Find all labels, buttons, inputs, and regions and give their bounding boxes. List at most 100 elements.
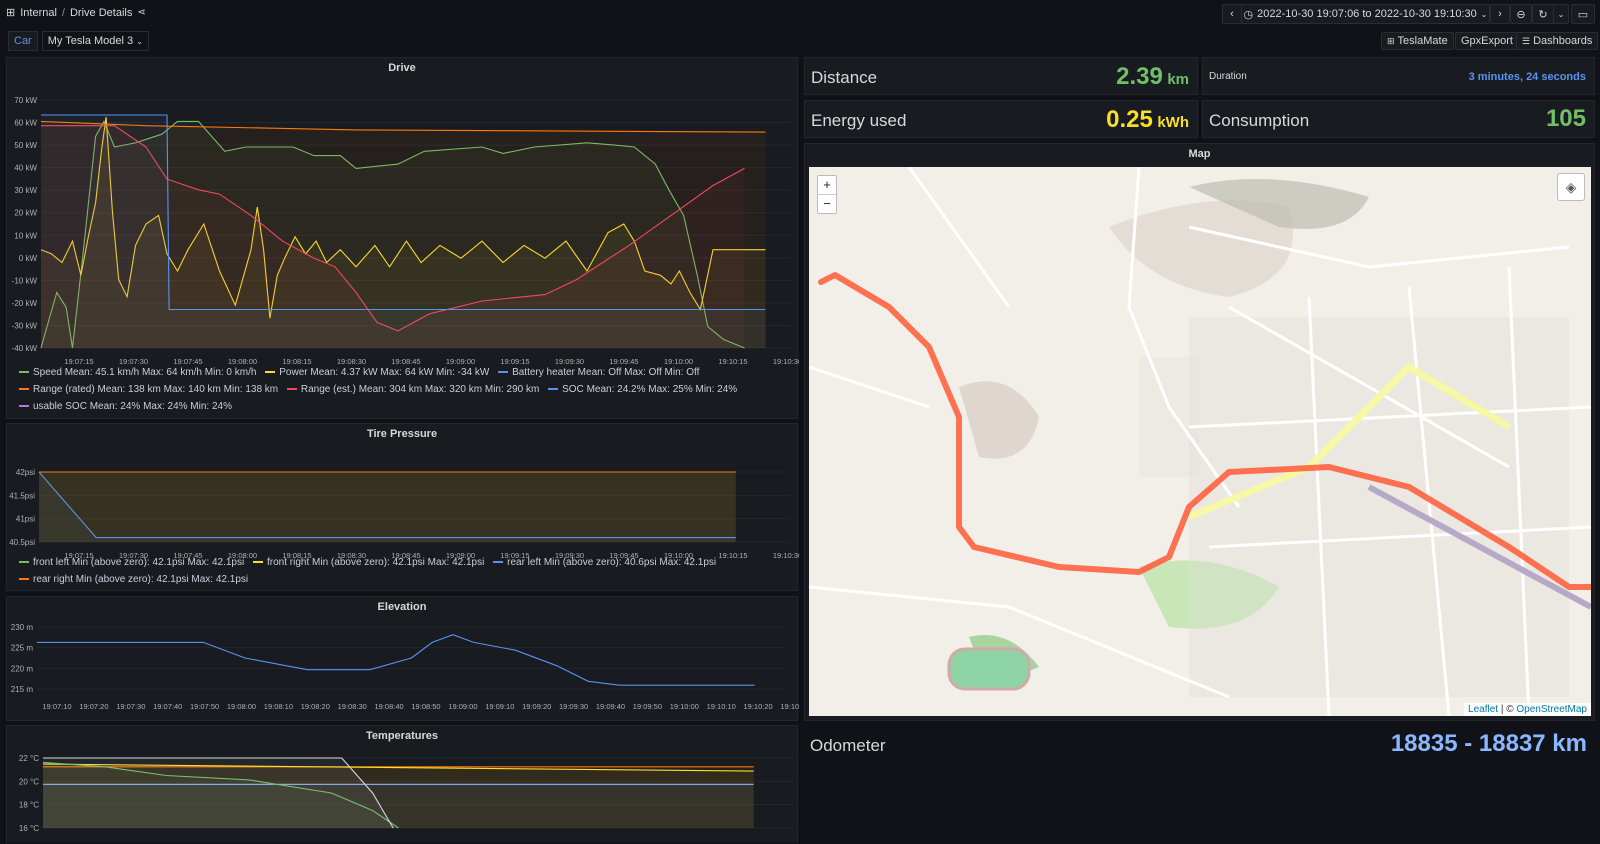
distance-unit: km: [1167, 71, 1189, 88]
y-tick-label: 70 kW: [14, 96, 37, 105]
x-tick-label: 19:10:30: [780, 702, 799, 711]
legend-item[interactable]: SOC Mean: 24.2% Max: 25% Min: 24%: [548, 384, 737, 395]
time-range-label: 2022-10-30 19:07:06 to 2022-10-30 19:10:…: [1257, 8, 1477, 20]
legend-swatch: [19, 561, 29, 564]
map-zoom-out-button[interactable]: −: [818, 195, 836, 213]
elevation-chart: 230 m 225 m 220 m 215 m 19:07:10 19:07:20 19:0…: [11, 623, 799, 711]
y-tick-label: 40 kW: [14, 164, 37, 173]
zoom-out-button[interactable]: ⊖: [1510, 4, 1532, 24]
energy-number: 0.25: [1106, 106, 1153, 133]
consumption-label: Consumption: [1209, 111, 1310, 130]
y-tick-label: 41psi: [16, 515, 35, 524]
distance-number: 2.39: [1116, 63, 1163, 90]
legend-series-name: usable SOC: [33, 401, 90, 412]
y-tick-label: 20 °C: [19, 777, 39, 786]
layers-icon: ◈: [1565, 179, 1577, 195]
legend-series-name: Range (est.): [300, 384, 359, 395]
chevron-down-icon: ⌄: [136, 37, 143, 46]
legend-item[interactable]: Battery heater Mean: Off Max: Off Min: O…: [498, 367, 699, 378]
legend-item[interactable]: Range (est.) Mean: 304 km Max: 320 km Mi…: [286, 384, 539, 395]
drive-legend: Speed Mean: 45.1 km/h Max: 64 km/h Min: …: [19, 364, 789, 415]
time-forward-button[interactable]: ›: [1490, 4, 1510, 24]
legend-item[interactable]: front left Min (above zero): 42.1psi Max…: [19, 557, 244, 568]
refresh-button[interactable]: ↻: [1532, 4, 1554, 24]
y-tick-label: 42psi: [16, 468, 35, 477]
y-tick-label: -40 kW: [12, 344, 38, 353]
legend-series-stats: Mean: 24.2% Max: 25% Min: 24%: [586, 384, 738, 395]
x-tick-label: 19:07:50: [190, 702, 219, 711]
zoom-out-icon: ⊖: [1516, 8, 1526, 21]
time-range-picker[interactable]: ◷ 2022-10-30 19:07:06 to 2022-10-30 19:1…: [1241, 4, 1490, 24]
share-icon[interactable]: ⋖: [137, 7, 145, 18]
tire-legend: front left Min (above zero): 42.1psi Max…: [19, 554, 789, 588]
y-tick-label: 30 kW: [14, 186, 37, 195]
legend-swatch: [253, 561, 263, 564]
map-canvas[interactable]: [809, 167, 1591, 716]
refresh-icon: ↻: [1538, 8, 1548, 21]
temperatures-panel-title: Temperatures: [366, 730, 438, 742]
y-tick-label: 40.5psi: [9, 538, 35, 547]
refresh-interval-dropdown[interactable]: ⌄: [1553, 4, 1569, 24]
y-tick-label: -10 kW: [12, 276, 38, 285]
legend-item[interactable]: usable SOC Mean: 24% Max: 24% Min: 24%: [19, 401, 232, 412]
legend-swatch: [498, 371, 509, 374]
breadcrumb-folder[interactable]: Internal: [20, 7, 57, 19]
dashboards-link[interactable]: ☰ Dashboards: [1516, 32, 1599, 50]
y-tick-label: 215 m: [11, 685, 34, 694]
legend-item[interactable]: Power Mean: 4.37 kW Max: 64 kW Min: -34 …: [265, 367, 489, 378]
series-area: [39, 472, 736, 542]
map-zoom-control: + −: [817, 175, 837, 214]
breadcrumb-dashboard[interactable]: Drive Details: [70, 7, 132, 19]
menu-icon: ☰: [1522, 35, 1531, 46]
legend-swatch: [265, 371, 276, 374]
x-tick-label: 19:08:30: [338, 702, 367, 711]
legend-item[interactable]: rear left Min (above zero): 40.6psi Max:…: [493, 557, 716, 568]
x-tick-label: 19:07:40: [153, 702, 182, 711]
legend-series-name: front right: [267, 557, 313, 568]
legend-series-stats: Mean: 45.1 km/h Max: 64 km/h Min: 0 km/h: [64, 367, 257, 378]
odometer-stat: Odometer 18835 - 18837 km: [804, 726, 1595, 766]
x-tick-label: 19:09:00: [448, 702, 477, 711]
y-tick-label: 41.5psi: [9, 491, 35, 500]
legend-swatch: [493, 561, 504, 564]
distance-label: Distance: [811, 68, 878, 87]
map-layers-button[interactable]: ◈: [1557, 173, 1585, 201]
map-zoom-in-button[interactable]: +: [818, 176, 836, 195]
legend-series-name: Power: [279, 367, 311, 378]
openstreetmap-link[interactable]: OpenStreetMap: [1516, 704, 1587, 715]
legend-series-name: front left: [33, 557, 72, 568]
legend-item[interactable]: Range (rated) Mean: 138 km Max: 140 km M…: [19, 384, 278, 395]
legend-series-stats: Mean: 24% Max: 24% Min: 24%: [89, 401, 232, 412]
y-tick-label: -20 kW: [12, 299, 38, 308]
energy-value: 0.25 kWh: [1106, 106, 1189, 134]
x-tick-label: 19:07:20: [79, 702, 108, 711]
x-tick-label: 19:08:20: [301, 702, 330, 711]
x-tick-label: 19:07:30: [116, 702, 145, 711]
tv-mode-button[interactable]: ▭: [1571, 4, 1595, 24]
legend-item[interactable]: rear right Min (above zero): 42.1psi Max…: [19, 574, 248, 585]
legend-series-name: Speed: [33, 367, 65, 378]
map-view[interactable]: + − ◈ Leaflet | © OpenStreetMap: [809, 167, 1591, 716]
distance-value: 2.39 km: [1116, 63, 1189, 91]
gpxexport-link[interactable]: GpxExport: [1455, 32, 1519, 50]
consumption-stat: Consumption 105: [1202, 100, 1595, 138]
grid-icon[interactable]: ⊞: [6, 6, 15, 19]
drive-chart: 70 kW 60 kW 50 kW 40 kW 30 kW 20 kW 10 kW 0 kW -…: [12, 96, 799, 366]
x-tick-label: 19:10:20: [743, 702, 772, 711]
legend-series-stats: Mean: 4.37 kW Max: 64 kW Min: -34 kW: [310, 367, 490, 378]
y-tick-label: 10 kW: [14, 231, 37, 240]
time-back-button[interactable]: ‹: [1222, 4, 1242, 24]
variable-row: Car My Tesla Model 3 ⌄: [8, 31, 149, 51]
teslamate-link[interactable]: ⊞ TeslaMate: [1381, 32, 1454, 50]
legend-item[interactable]: front right Min (above zero): 42.1psi Ma…: [253, 557, 484, 568]
x-tick-label: 19:09:10: [485, 702, 514, 711]
y-tick-label: 0 kW: [19, 254, 38, 263]
x-tick-label: 19:10:00: [670, 702, 699, 711]
y-tick-label: 50 kW: [14, 141, 37, 150]
legend-item[interactable]: Speed Mean: 45.1 km/h Max: 64 km/h Min: …: [19, 367, 256, 378]
odometer-value: 18835 - 18837 km: [1390, 730, 1587, 757]
top-bar: ⊞ Internal / Drive Details ⋖ ‹ ◷ 2022-10…: [0, 0, 1600, 26]
leaflet-link[interactable]: Leaflet: [1468, 704, 1498, 715]
car-variable-select[interactable]: My Tesla Model 3 ⌄: [41, 31, 149, 51]
teslamate-label: TeslaMate: [1397, 35, 1448, 47]
